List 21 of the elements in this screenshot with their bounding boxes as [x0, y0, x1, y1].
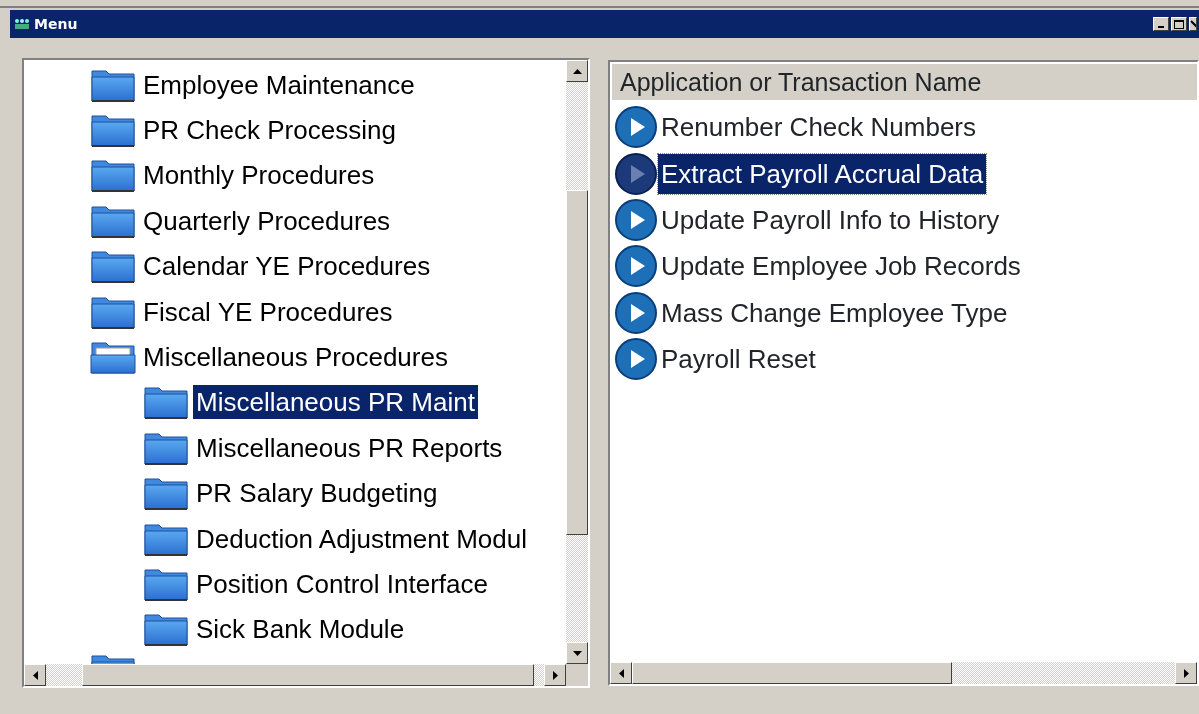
tree-item[interactable]: Miscellaneous PR Maint	[193, 385, 478, 420]
tree-item[interactable]: Miscellaneous PR Reports	[193, 430, 506, 465]
tree-item[interactable]: Position Control Interface	[193, 567, 491, 601]
tree-item[interactable]: Miscellaneous Procedures	[140, 340, 451, 375]
tree-item[interactable]: Deduction Adjustment Modul	[193, 521, 530, 556]
transaction-item[interactable]: Renumber Check Numbers	[658, 107, 979, 148]
tree-item[interactable]: Employee Maintenance	[140, 67, 418, 102]
tree-item[interactable]: Fiscal YE Procedures	[140, 294, 396, 329]
tree-item[interactable]: Monthly Procedures	[140, 158, 378, 193]
tree-item[interactable]: Sick Bank Module	[193, 612, 408, 647]
transaction-item[interactable]: Mass Change Employee Type	[658, 292, 1011, 333]
tree-item[interactable]: PR Salary Budgeting	[193, 476, 441, 511]
transaction-item[interactable]: Extract Payroll Accrual Data	[658, 153, 987, 194]
tree-item[interactable]: PR Check Processing	[140, 113, 399, 148]
tree-item[interactable]: Quarterly Procedures	[140, 203, 394, 238]
transaction-item[interactable]: Payroll Reset	[658, 339, 819, 380]
transaction-item[interactable]: Update Employee Job Records	[658, 246, 1024, 287]
transaction-item[interactable]: Update Payroll Info to History	[658, 199, 1003, 240]
column-header[interactable]: Application or Transaction Name	[612, 64, 1197, 100]
window-title: Menu	[34, 14, 78, 34]
tree-item[interactable]: Calendar YE Procedures	[140, 249, 434, 284]
